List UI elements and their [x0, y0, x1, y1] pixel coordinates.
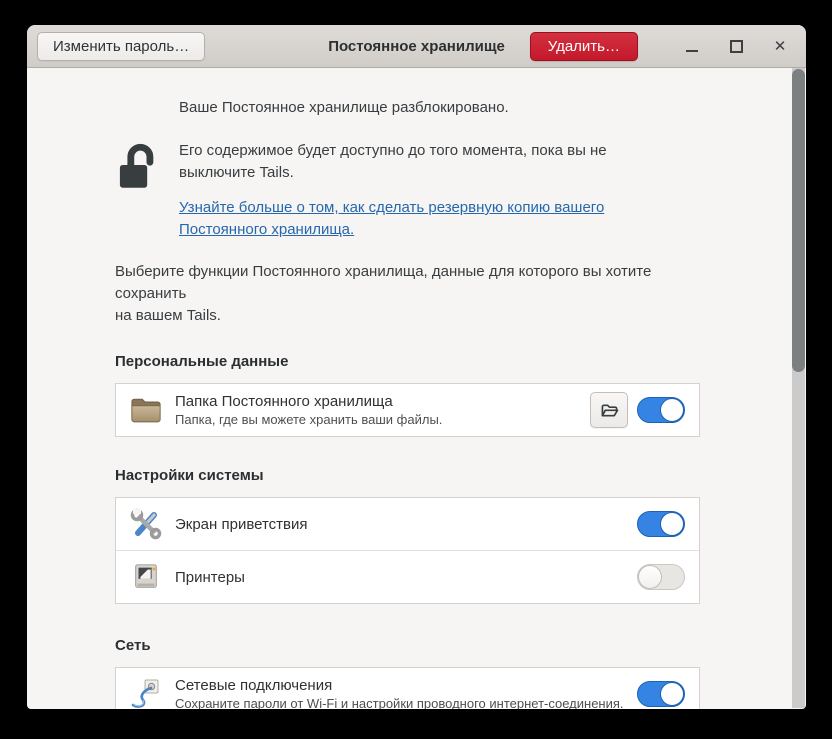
window-title: Постоянное хранилище — [328, 38, 505, 55]
maximize-button[interactable] — [720, 30, 752, 62]
toggle-knob — [638, 565, 662, 589]
tools-icon — [130, 508, 162, 540]
persistent-folder-toggle[interactable] — [637, 397, 685, 423]
section-title-personal-data: Персональные данные — [115, 353, 700, 370]
scrollbar-track[interactable] — [792, 68, 805, 708]
system-settings-list: Экран приветствия — [115, 497, 700, 604]
persistent-folder-row: Папка Постоянного хранилища Папка, где в… — [116, 384, 699, 436]
welcome-screen-toggle[interactable] — [637, 511, 685, 537]
printers-toggle[interactable] — [637, 564, 685, 590]
unlocked-message: Ваше Постоянное хранилище разблокировано… — [179, 97, 700, 119]
welcome-screen-row: Экран приветствия — [116, 498, 699, 550]
row-subtitle: Сохраните пароли от Wi-Fi и настройки пр… — [175, 695, 624, 709]
open-folder-button[interactable] — [590, 392, 628, 428]
row-title: Сетевые подключения — [175, 676, 624, 695]
toggle-knob — [660, 512, 684, 536]
status-block: Ваше Постоянное хранилище разблокировано… — [115, 97, 700, 241]
scrollbar-thumb[interactable] — [792, 69, 805, 372]
window-controls: ✕ — [664, 30, 796, 62]
row-title: Принтеры — [175, 568, 245, 587]
network-connections-toggle[interactable] — [637, 681, 685, 707]
row-subtitle: Папка, где вы можете хранить ваши файлы. — [175, 411, 442, 428]
printer-icon — [130, 561, 162, 593]
unlocked-padlock-icon — [119, 141, 179, 194]
close-icon: ✕ — [774, 39, 787, 54]
available-message: Его содержимое будет доступно до того мо… — [179, 140, 700, 184]
printers-row: Принтеры — [116, 550, 699, 603]
toggle-knob — [660, 682, 684, 706]
folder-icon — [130, 394, 162, 426]
section-title-system-settings: Настройки системы — [115, 467, 700, 484]
network-list: Сетевые подключения Сохраните пароли от … — [115, 667, 700, 709]
network-icon — [130, 678, 162, 709]
backup-link[interactable]: Узнайте больше о том, как сделать резерв… — [179, 197, 604, 241]
minimize-button[interactable] — [676, 30, 708, 62]
maximize-icon — [730, 40, 743, 53]
titlebar: Изменить пароль… Постоянное хранилище Уд… — [27, 25, 806, 68]
network-connections-row: Сетевые подключения Сохраните пароли от … — [116, 668, 699, 709]
row-title: Папка Постоянного хранилища — [175, 392, 442, 411]
delete-button[interactable]: Удалить… — [530, 32, 638, 61]
features-description: Выберите функции Постоянного хранилища, … — [115, 261, 700, 327]
open-folder-icon — [600, 402, 619, 419]
close-button[interactable]: ✕ — [764, 30, 796, 62]
persistent-storage-window: Изменить пароль… Постоянное хранилище Уд… — [27, 25, 806, 709]
personal-data-list: Папка Постоянного хранилища Папка, где в… — [115, 383, 700, 437]
section-title-network: Сеть — [115, 637, 700, 654]
toggle-knob — [660, 398, 684, 422]
row-title: Экран приветствия — [175, 515, 308, 534]
change-password-button[interactable]: Изменить пароль… — [37, 32, 205, 61]
content-area: Ваше Постоянное хранилище разблокировано… — [27, 68, 806, 709]
minimize-icon — [686, 50, 698, 52]
